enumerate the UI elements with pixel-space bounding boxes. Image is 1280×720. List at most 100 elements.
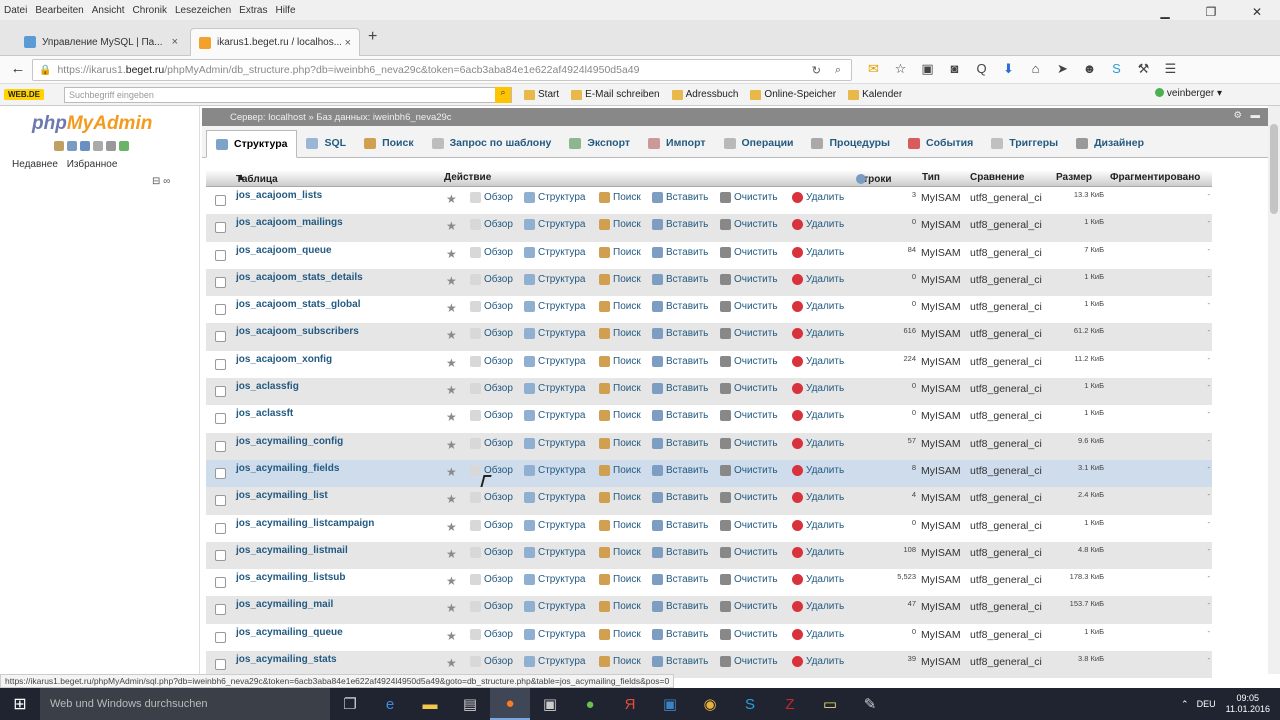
home-icon[interactable] xyxy=(54,141,64,151)
windows-start-icon[interactable]: ⊞ xyxy=(0,688,40,720)
action-insert[interactable]: Вставить xyxy=(652,328,708,340)
action-insert[interactable]: Вставить xyxy=(652,246,708,258)
table-name-link[interactable]: jos_acajoom_xonfig xyxy=(236,354,332,365)
reload-icon[interactable]: ↻ xyxy=(812,64,821,77)
chat-icon[interactable]: ☻ xyxy=(1076,61,1103,77)
chrome-icon[interactable]: ◉ xyxy=(690,688,730,720)
action-empty[interactable]: Очистить xyxy=(720,656,778,668)
action-drop[interactable]: Удалить xyxy=(792,328,844,340)
table-size[interactable]: 2.4 КиБ xyxy=(1078,490,1104,499)
action-structure[interactable]: Структура xyxy=(524,192,585,203)
table-row[interactable]: jos_acymailing_listsub ★ Обзор Структура Пои… xyxy=(206,569,1212,597)
tab-4[interactable]: Экспорт xyxy=(560,129,639,157)
mail-icon[interactable]: ✉ xyxy=(860,61,887,77)
action-browse[interactable]: Обзор xyxy=(470,383,513,395)
table-size[interactable]: 13.3 КиБ xyxy=(1074,190,1104,199)
row-checkbox[interactable] xyxy=(215,522,226,534)
action-structure[interactable]: Структура xyxy=(524,519,585,531)
header-size[interactable]: Размер xyxy=(1056,172,1092,183)
table-row[interactable]: jos_acajoom_stats_global ★ Обзор Структура П… xyxy=(206,296,1212,324)
table-name-link[interactable]: jos_acymailing_listmail xyxy=(236,545,348,556)
table-row[interactable]: jos_acymailing_listcampaign ★ Обзор Структу… xyxy=(206,514,1212,542)
action-search[interactable]: Поиск xyxy=(599,519,641,531)
help-icon[interactable] xyxy=(856,174,866,184)
table-size[interactable]: 1 КиБ xyxy=(1084,299,1104,308)
help-icon[interactable] xyxy=(80,141,90,151)
action-structure[interactable]: Структура xyxy=(524,410,585,422)
row-checkbox[interactable] xyxy=(215,276,226,288)
action-insert[interactable]: Вставить xyxy=(652,574,708,586)
row-checkbox[interactable] xyxy=(215,222,226,234)
action-search[interactable]: Поиск xyxy=(599,410,641,422)
action-empty[interactable]: Очистить xyxy=(720,192,778,203)
action-drop[interactable]: Удалить xyxy=(792,192,844,203)
action-empty[interactable]: Очистить xyxy=(720,410,778,422)
action-structure[interactable]: Структура xyxy=(524,246,585,258)
bookmark-item[interactable]: E-Mail schreiben xyxy=(571,89,660,100)
table-row[interactable]: jos_acajoom_stats_details ★ Обзор Структура… xyxy=(206,268,1212,297)
settings-icon[interactable] xyxy=(106,141,116,151)
action-structure[interactable]: Структура xyxy=(524,355,585,367)
table-name-link[interactable]: jos_aclassfig xyxy=(236,381,299,392)
user-menu[interactable]: veinberger ▾ xyxy=(1154,88,1222,99)
favorite-star-icon[interactable]: ★ xyxy=(446,465,457,479)
row-checkbox[interactable] xyxy=(215,467,226,479)
header-collation[interactable]: Сравнение xyxy=(970,172,1024,183)
action-drop[interactable]: Удалить xyxy=(792,383,844,395)
action-drop[interactable]: Удалить xyxy=(792,656,844,668)
bookmark-star-icon[interactable]: ☆ xyxy=(887,61,914,77)
docs-icon[interactable] xyxy=(93,141,103,151)
bookmark-item[interactable]: Kalender xyxy=(848,89,902,100)
action-empty[interactable]: Очистить xyxy=(720,273,778,285)
action-empty[interactable]: Очистить xyxy=(720,219,778,231)
action-browse[interactable]: Обзор xyxy=(470,437,513,449)
table-size[interactable]: 7 КиБ xyxy=(1084,245,1104,254)
action-insert[interactable]: Вставить xyxy=(652,601,708,613)
search-go-icon[interactable]: ⌕ xyxy=(495,86,511,103)
action-search[interactable]: Поиск xyxy=(599,301,641,313)
action-browse[interactable]: Обзор xyxy=(470,219,513,231)
notes-icon[interactable]: ▭ xyxy=(810,688,850,720)
green-app-icon[interactable]: ● xyxy=(570,688,610,720)
action-browse[interactable]: Обзор xyxy=(470,273,513,285)
tab-9[interactable]: Триггеры xyxy=(982,129,1067,157)
vertical-scrollbar[interactable] xyxy=(1268,106,1280,674)
q-icon[interactable]: Q xyxy=(968,61,995,77)
app-icon[interactable]: ✎ xyxy=(850,688,890,720)
table-size[interactable]: 3.8 КиБ xyxy=(1078,654,1104,663)
table-name-link[interactable]: jos_acymailing_list xyxy=(236,490,328,501)
action-search[interactable]: Поиск xyxy=(599,219,641,231)
action-browse[interactable]: Обзор xyxy=(470,628,513,640)
action-browse[interactable]: Обзор xyxy=(470,492,513,504)
bookmark-search-input[interactable]: Suchbegriff eingeben ⌕ xyxy=(64,86,512,103)
favorite-star-icon[interactable]: ★ xyxy=(446,356,457,370)
breadcrumb-text[interactable]: Сервер: localhost » Баз данных: iweinbh6… xyxy=(230,112,452,123)
action-browse[interactable]: Обзор xyxy=(470,656,513,668)
action-empty[interactable]: Очистить xyxy=(720,492,778,504)
outlook-icon[interactable]: ▣ xyxy=(650,688,690,720)
action-insert[interactable]: Вставить xyxy=(652,628,708,640)
skype-icon[interactable]: S xyxy=(1103,61,1130,77)
row-checkbox[interactable] xyxy=(215,304,226,316)
tab-10[interactable]: Дизайнер xyxy=(1067,129,1153,157)
scrollbar-thumb[interactable] xyxy=(1270,124,1278,214)
action-empty[interactable]: Очистить xyxy=(720,519,778,531)
favorite-star-icon[interactable]: ★ xyxy=(446,274,457,288)
table-size[interactable]: 4.8 КиБ xyxy=(1078,545,1104,554)
lang-indicator[interactable]: DEU xyxy=(1197,699,1216,709)
table-row[interactable]: jos_acymailing_config ★ Обзор Структура Поис… xyxy=(206,432,1212,460)
download-icon[interactable]: ⬇ xyxy=(995,61,1022,77)
action-structure[interactable]: Структура xyxy=(524,383,585,395)
pocket-icon[interactable]: ◙ xyxy=(941,61,968,77)
action-insert[interactable]: Вставить xyxy=(652,273,708,285)
table-name-link[interactable]: jos_acajoom_mailings xyxy=(236,217,343,228)
row-checkbox[interactable] xyxy=(215,604,226,616)
favorite-star-icon[interactable]: ★ xyxy=(446,629,457,643)
action-search[interactable]: Поиск xyxy=(599,437,641,449)
action-browse[interactable]: Обзор xyxy=(470,410,513,422)
close-tab-icon[interactable]: × xyxy=(172,36,178,48)
pma-logo[interactable]: phpMyAdmin xyxy=(32,113,152,135)
favorite-star-icon[interactable]: ★ xyxy=(446,301,457,315)
table-size[interactable]: 1 КиБ xyxy=(1084,627,1104,636)
action-search[interactable]: Поиск xyxy=(599,628,641,640)
